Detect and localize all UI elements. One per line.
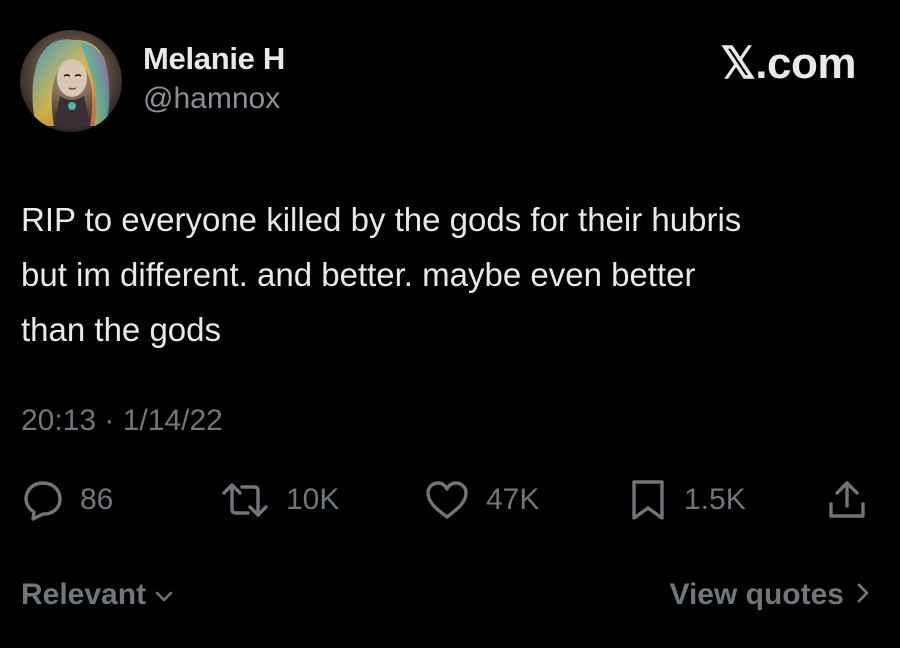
brand-watermark: 𝕏.com [720, 39, 856, 88]
reply-icon [22, 479, 64, 521]
bookmark-button[interactable]: 1.5K [628, 478, 746, 522]
view-quotes-label: View quotes [669, 578, 845, 611]
reply-sort-label: Relevant [21, 578, 147, 611]
bookmark-icon [628, 478, 668, 522]
retweet-icon [220, 479, 270, 521]
tweet-timestamp[interactable]: 20:13 · 1/14/22 [21, 404, 223, 438]
author-display-name[interactable]: Melanie H [143, 41, 285, 77]
reply-sort-dropdown[interactable]: Relevant [21, 578, 174, 612]
retweet-button[interactable]: 10K [220, 478, 339, 522]
like-button[interactable]: 47K [424, 478, 539, 522]
chevron-right-icon [856, 578, 870, 612]
reply-button[interactable]: 86 [22, 478, 113, 522]
tweet-text: RIP to everyone killed by the gods for t… [21, 201, 742, 348]
retweet-count: 10K [286, 483, 340, 516]
view-quotes-link[interactable]: View quotes [670, 578, 871, 612]
bookmark-count: 1.5K [684, 483, 746, 516]
heart-icon [424, 479, 470, 521]
share-icon [826, 478, 868, 522]
reply-count: 86 [80, 483, 114, 516]
chevron-down-icon [154, 578, 174, 612]
like-count: 47K [486, 483, 540, 516]
author-handle[interactable]: @hamnox [143, 82, 280, 116]
avatar[interactable] [20, 30, 122, 132]
share-button[interactable] [826, 478, 868, 522]
